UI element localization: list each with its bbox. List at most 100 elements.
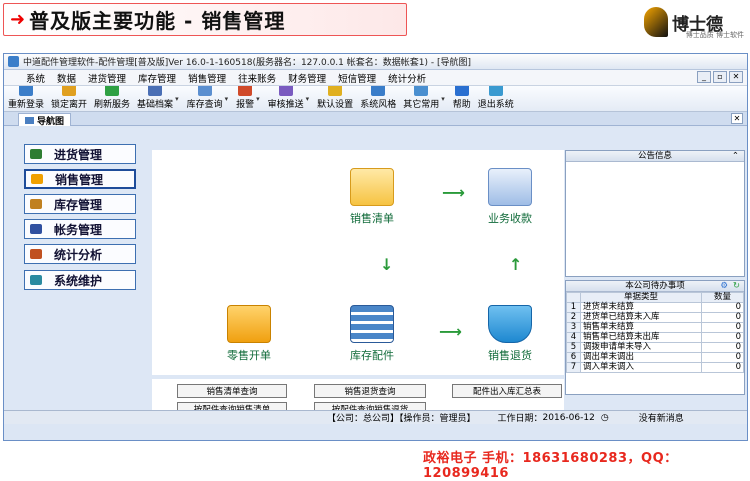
- toolbar-button[interactable]: 系统风格: [360, 84, 396, 111]
- toolbar-button[interactable]: 锁定离开: [51, 84, 87, 111]
- toolbar-label: 默认设置: [317, 100, 354, 110]
- chevron-down-icon[interactable]: ▾: [256, 95, 260, 103]
- sidebar-item[interactable]: 销售管理: [24, 169, 136, 189]
- node-inventory[interactable]: 库存配件: [337, 305, 407, 363]
- brand-logo: 博士德 博士品质 博士软件: [644, 2, 744, 42]
- table-cell: 0: [701, 312, 744, 323]
- banner-title-box: ➜ 普及版主要功能 - 销售管理: [3, 3, 407, 36]
- sidebar-item[interactable]: 库存管理: [24, 194, 136, 214]
- table-cell: 调入单未调入: [580, 362, 702, 373]
- quick-parts-io-summary[interactable]: 配件出入库汇总表: [452, 384, 562, 398]
- content-area: 进货管理 销售管理 库存管理 帐务管理 统计分析 系统维护 销售清单 业务收款 零售开单 …: [4, 128, 747, 424]
- toolbar-label: 基础档案: [137, 100, 174, 110]
- tab-navigation[interactable]: 导航图: [18, 113, 72, 127]
- sidebar-icon: [30, 249, 42, 259]
- toolbar-button[interactable]: 帮助: [453, 84, 471, 111]
- sidebar-label: 帐务管理: [54, 222, 103, 237]
- close-button[interactable]: ✕: [729, 71, 743, 83]
- table-row[interactable]: 2 进货单已结算未入库 0: [566, 312, 744, 323]
- menu-item[interactable]: 财务管理: [288, 71, 326, 85]
- node-sales-list[interactable]: 销售清单: [337, 168, 407, 226]
- map-icon: [25, 116, 34, 124]
- chevron-down-icon[interactable]: ▾: [225, 95, 229, 103]
- menu-item[interactable]: 统计分析: [388, 71, 426, 85]
- status-company: 【公司：总公司】【操作员：管理员】: [327, 414, 476, 424]
- status-bar: 【公司：总公司】【操作员：管理员】 工作日期： 2016-06-12 ◷ 没有新…: [4, 410, 747, 424]
- sidebar-label: 统计分析: [54, 247, 103, 262]
- table-row[interactable]: 3 销售单未结算 0: [566, 322, 744, 333]
- refresh-icon[interactable]: ↻: [733, 281, 740, 292]
- todo-panel: 本公司待办事项 ⚙ ↻ 单据类型 数量 1 进货单未结算 0 2 进货单已结算未入库 0 3…: [565, 280, 745, 395]
- table-cell: 调拨申请单未导入: [580, 342, 702, 353]
- table-cell: 进货单已结算未入库: [580, 312, 702, 323]
- menu-item[interactable]: 库存管理: [138, 71, 176, 85]
- announcement-title: 公告信息: [637, 151, 672, 161]
- toolbar: 重新登录 锁定离开 刷新服务 基础档案 ▾ 库存查询 ▾ 报警 ▾ 审核推送 ▾ 默认设置 系统风格 其它…: [4, 84, 747, 112]
- sales-list-icon: [350, 168, 394, 206]
- sidebar-label: 库存管理: [54, 197, 103, 212]
- menu-item[interactable]: 数据: [57, 71, 76, 85]
- menu-bar: 系统 数据 进货管理 库存管理 销售管理 往来账务 财务管理 短信管理 统计分析 _ ▫ ✕: [4, 70, 747, 86]
- node-receipt[interactable]: 业务收款: [475, 168, 545, 226]
- footer: 政裕电子 手机：18631680283，QQ：120899416: [0, 443, 750, 481]
- sidebar-item[interactable]: 进货管理: [24, 144, 136, 164]
- arrow-down-icon: ↓: [380, 255, 394, 274]
- tab-close-button[interactable]: ✕: [731, 113, 743, 124]
- minimize-button[interactable]: _: [697, 71, 711, 83]
- table-cell: 0: [701, 322, 744, 333]
- sidebar-item[interactable]: 统计分析: [24, 244, 136, 264]
- table-cell: 6: [566, 352, 581, 363]
- sidebar-item[interactable]: 帐务管理: [24, 219, 136, 239]
- table-cell: 0: [701, 352, 744, 363]
- arrow-right-icon: ➜: [10, 9, 26, 30]
- node-retail[interactable]: 零售开单: [214, 305, 284, 363]
- node-label: 零售开单: [227, 349, 271, 362]
- sidebar-icon: [30, 199, 42, 209]
- toolbar-button[interactable]: 其它常用: [403, 84, 439, 111]
- menu-item[interactable]: 短信管理: [338, 71, 376, 85]
- tab-label: 导航图: [37, 116, 65, 127]
- table-row[interactable]: 5 调拨申请单未导入 0: [566, 342, 744, 353]
- collapse-icon[interactable]: ⌃: [732, 151, 739, 162]
- toolbar-button[interactable]: 库存查询: [187, 84, 223, 111]
- toolbar-label: 锁定离开: [51, 100, 88, 110]
- window-titlebar[interactable]: 中道配件管理软件-配件管理[普及版]Ver 16.0-1-160518(服务器名…: [4, 54, 747, 70]
- table-row[interactable]: 4 销售单已结算未出库 0: [566, 332, 744, 343]
- app-icon: [8, 56, 19, 67]
- table-row[interactable]: 7 调入单未调入 0: [566, 362, 744, 373]
- status-date-label: 工作日期：: [497, 414, 543, 424]
- menu-item[interactable]: 销售管理: [188, 71, 226, 85]
- toolbar-button[interactable]: 审核推送: [268, 84, 304, 111]
- table-row[interactable]: 6 调出单未调出 0: [566, 352, 744, 363]
- toolbar-button[interactable]: 默认设置: [317, 84, 353, 111]
- node-return[interactable]: 销售退货: [475, 305, 545, 363]
- toolbar-label: 退出系统: [477, 100, 514, 110]
- menu-item[interactable]: 进货管理: [88, 71, 126, 85]
- toolbar-button[interactable]: 刷新服务: [94, 84, 130, 111]
- restore-button[interactable]: ▫: [713, 71, 727, 83]
- table-row[interactable]: 1 进货单未结算 0: [566, 302, 744, 313]
- col-type: 单据类型: [580, 292, 702, 303]
- quick-sales-return-query[interactable]: 销售退货查询: [314, 384, 426, 398]
- toolbar-button[interactable]: 重新登录: [8, 84, 44, 111]
- arrow-up-icon: ↑: [509, 255, 523, 274]
- shelf-icon: [350, 305, 394, 343]
- sidebar-icon: [31, 174, 43, 184]
- logo-sub: 博士品质 博士软件: [685, 31, 744, 39]
- toolbar-button[interactable]: 退出系统: [478, 84, 514, 111]
- toolbar-label: 刷新服务: [94, 100, 131, 110]
- menu-item[interactable]: 系统: [26, 71, 45, 85]
- chevron-down-icon[interactable]: ▾: [175, 95, 179, 103]
- menu-item[interactable]: 往来账务: [238, 71, 276, 85]
- chevron-down-icon[interactable]: ▾: [441, 95, 445, 103]
- settings-icon[interactable]: ⚙: [720, 281, 728, 292]
- arrow-right-icon: ⟶: [439, 322, 462, 341]
- toolbar-button[interactable]: 报警: [236, 84, 254, 111]
- toolbar-button[interactable]: 基础档案: [137, 84, 173, 111]
- table-cell: 销售单未结算: [580, 322, 702, 333]
- sidebar-icon: [30, 224, 42, 234]
- chevron-down-icon[interactable]: ▾: [306, 95, 310, 103]
- quick-sales-list-query[interactable]: 销售清单查询: [177, 384, 287, 398]
- sidebar-item[interactable]: 系统维护: [24, 270, 136, 290]
- sidebar-label: 系统维护: [54, 273, 103, 288]
